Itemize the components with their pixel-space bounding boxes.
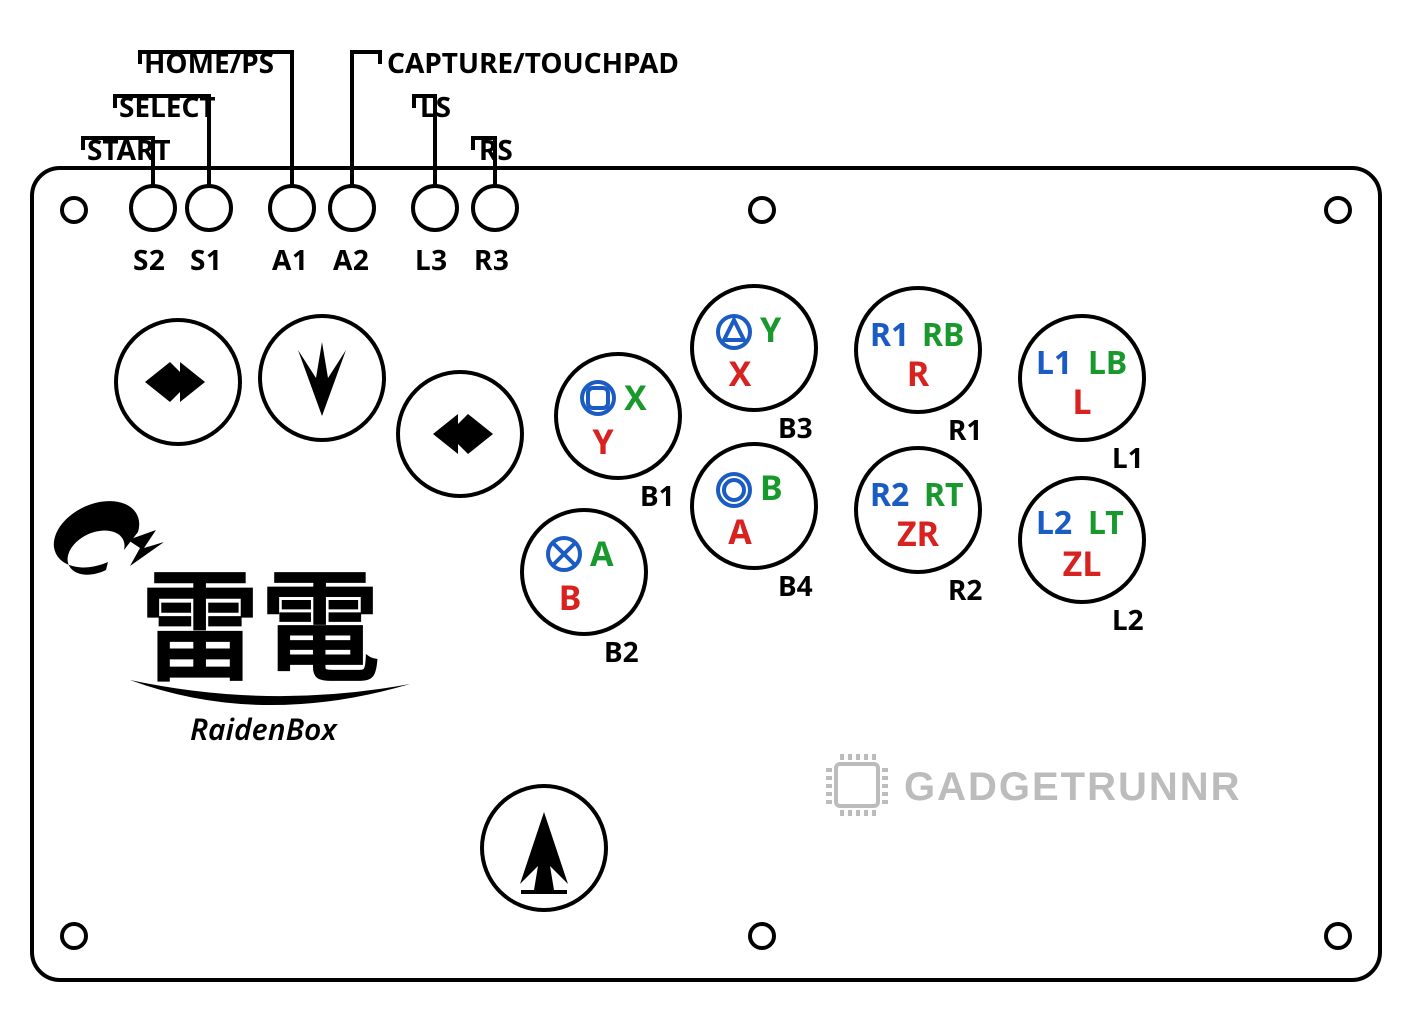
- label-a1: A1: [272, 241, 308, 279]
- label-b2: B2: [604, 633, 639, 671]
- label-s2: S2: [133, 241, 165, 279]
- svg-text:B: B: [760, 464, 783, 510]
- label-r1: R1: [948, 411, 982, 449]
- label-l1: L1: [1112, 439, 1144, 477]
- svg-text:X: X: [729, 350, 752, 396]
- svg-text:L2: L2: [1036, 501, 1072, 544]
- label-b4: B4: [778, 567, 813, 605]
- label-a2: A2: [333, 241, 369, 279]
- label-b3: B3: [778, 409, 813, 447]
- lead-ls: LS: [420, 88, 451, 126]
- label-r2: R2: [948, 571, 982, 609]
- svg-text:A: A: [590, 530, 614, 576]
- svg-text:ZL: ZL: [1063, 540, 1102, 586]
- svg-text:ZR: ZR: [897, 510, 940, 556]
- label-l2: L2: [1112, 601, 1144, 639]
- svg-text:GADGETRUNNR: GADGETRUNNR: [904, 765, 1242, 809]
- svg-text:L1: L1: [1036, 341, 1072, 384]
- lead-start: START: [87, 131, 171, 169]
- svg-text:Y: Y: [760, 306, 782, 352]
- svg-text:L: L: [1072, 378, 1091, 424]
- label-s1: S1: [190, 241, 222, 279]
- svg-text:LT: LT: [1088, 501, 1124, 544]
- label-l3: L3: [415, 241, 448, 279]
- svg-text:R: R: [907, 350, 930, 396]
- lead-capture: CAPTURE/TOUCHPAD: [387, 44, 679, 82]
- label-r3: R3: [474, 241, 509, 279]
- svg-text:B: B: [559, 574, 582, 620]
- lead-rs: RS: [479, 131, 513, 169]
- svg-text:LB: LB: [1088, 341, 1127, 384]
- lead-homeps: HOME/PS: [144, 44, 274, 82]
- svg-text:雷電: 雷電: [140, 563, 380, 696]
- svg-text:X: X: [624, 374, 647, 420]
- svg-text:R1: R1: [870, 313, 909, 356]
- svg-text:RaidenBox: RaidenBox: [190, 708, 338, 749]
- label-b1: B1: [640, 477, 675, 515]
- lead-select: SELECT: [119, 88, 216, 126]
- svg-text:A: A: [728, 508, 752, 554]
- svg-text:Y: Y: [592, 418, 614, 464]
